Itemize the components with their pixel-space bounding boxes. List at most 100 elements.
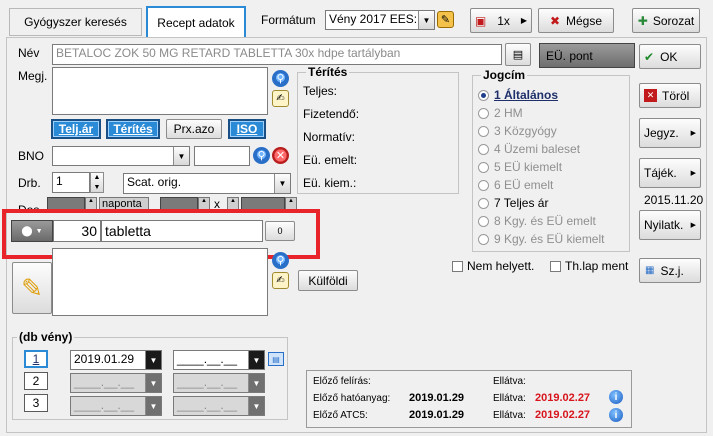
payment-special-label: Eü. kiem.: [303, 176, 357, 190]
entitlement-radio-7[interactable]: 7 Teljes ár [478, 196, 548, 210]
entitlement-radio-5[interactable]: 5 EÜ kiemelt [478, 160, 562, 174]
pencil-icon: ✎ [21, 272, 43, 303]
chevron-down-icon[interactable]: ▼ [248, 397, 264, 415]
radio-indicator [478, 215, 489, 227]
chevron-down-icon[interactable]: ▼ [248, 374, 264, 392]
payment-label: Térítés [113, 122, 153, 136]
veny-row-3-date[interactable]: ____.__.__ ▼ [70, 396, 162, 416]
veny-row-2-number[interactable]: 2 [24, 372, 48, 390]
info-button[interactable]: Tájék. ▶ [639, 158, 701, 188]
info-date: 2015.11.20 [644, 193, 704, 207]
veny-row-1-date[interactable]: 2019.01.29 ▼ [70, 350, 162, 370]
notes-button[interactable]: Jegyz. ▶ [639, 118, 701, 148]
veny-row-3-number[interactable]: 3 [24, 394, 48, 412]
payment-title: Térítés [306, 65, 350, 79]
delete-button[interactable]: ✕ Töröl [639, 83, 701, 108]
date-value: ____.__.__ [74, 398, 135, 412]
tab-prescription-data[interactable]: Recept adatok [146, 6, 246, 38]
pack-type-value: Scat. orig. [127, 175, 182, 189]
instructions-edit-icon[interactable]: ✍ [272, 272, 289, 289]
bno-code-field[interactable] [194, 146, 250, 166]
payment-full-label: Teljes: [303, 84, 338, 98]
note-textarea[interactable] [52, 67, 268, 115]
tab-label: Recept adatok [157, 16, 235, 30]
foreign-button[interactable]: Külföldi [298, 270, 358, 291]
prx-azo-button[interactable]: Prx.azo [166, 119, 222, 139]
tab-drug-search[interactable]: Gyógyszer keresés [9, 8, 142, 36]
chevron-down-icon[interactable]: ▼ [145, 374, 161, 392]
radio-indicator [478, 197, 489, 209]
radio-indicator [478, 107, 489, 119]
instructions-textarea[interactable] [52, 248, 268, 316]
radio-label: 6 EÜ emelt [494, 178, 554, 192]
chevron-down-icon[interactable]: ▼ [145, 397, 161, 415]
checkbox-label: Th.lap ment [565, 259, 629, 273]
copies-label: 1x [497, 13, 510, 28]
payment-payable-label: Fizetendő: [303, 107, 360, 121]
declaration-button[interactable]: Nyilatk. ▶ [639, 210, 701, 240]
th-lap-checkbox[interactable]: Th.lap ment [550, 259, 628, 273]
note-search-icon[interactable]: ⚲ [272, 70, 289, 87]
ok-label: OK [660, 49, 678, 64]
eu-point-label: EÜ. pont [546, 48, 593, 63]
cancel-icon: ✖ [549, 13, 561, 28]
chevron-down-icon: ▶ [520, 16, 527, 25]
qty-field[interactable]: 1 [52, 172, 90, 193]
instructions-search-icon[interactable]: ⚲ [272, 252, 289, 269]
bno-clear-icon[interactable]: ✕ [272, 147, 289, 164]
payment-button[interactable]: Térítés [106, 119, 160, 139]
queue-button[interactable]: ✚ Sorozat [632, 8, 700, 33]
radio-label: 5 EÜ kiemelt [494, 160, 563, 174]
szj-button[interactable]: ▦ Sz.j. [639, 258, 701, 283]
info-icon[interactable]: i [609, 408, 623, 422]
entitlement-radio-4[interactable]: 4 Üzemi baleset [478, 142, 580, 156]
eu-point-button[interactable]: EÜ. pont [539, 43, 635, 68]
entitlement-radio-6[interactable]: 6 EÜ emelt [478, 178, 553, 192]
radio-indicator [478, 179, 489, 191]
veny-number: 2 [32, 374, 40, 388]
entitlement-radio-8[interactable]: 8 Kgy. és EÜ emelt [478, 214, 596, 228]
full-price-button[interactable]: Telj.ár [51, 119, 101, 139]
format-select[interactable]: Vény 2017 EES: ▼ [325, 10, 435, 30]
format-settings-icon[interactable]: ✎ [437, 11, 454, 28]
entitlement-radio-9[interactable]: 9 Kgy. és EÜ kiemelt [478, 232, 604, 246]
bno-select[interactable]: ▼ [52, 146, 190, 166]
entitlement-radio-3[interactable]: 3 Közgyógy [478, 124, 557, 138]
drug-name-field[interactable]: BETALOC ZOK 50 MG RETARD TABLETTA 30x hd… [52, 44, 502, 65]
veny-row-3-date2[interactable]: ____.__.__ ▼ [173, 396, 265, 416]
copies-button[interactable]: ▣ 1x ▶ [470, 8, 532, 33]
ok-button[interactable]: ✔ OK [639, 44, 701, 69]
not-substitute-checkbox[interactable]: Nem helyett. [452, 259, 534, 273]
prev-rx-ellatva-label: Ellátva: [493, 376, 526, 387]
date-value: ____.__.__ [74, 375, 135, 389]
queue-icon: ✚ [637, 13, 648, 28]
calendar-icon[interactable]: ▤ [268, 352, 284, 366]
date-value: ____.__.__ [177, 352, 238, 366]
bno-search-icon[interactable]: ⚲ [253, 147, 270, 164]
prev-rx-label: Előző felírás: [313, 376, 371, 387]
pack-type-select[interactable]: Scat. orig. ▼ [123, 173, 291, 194]
info-icon[interactable]: i [609, 390, 623, 404]
veny-row-1-number[interactable]: 1 [24, 350, 48, 368]
veny-row-1-date2[interactable]: ____.__.__ ▼ [173, 350, 265, 370]
radio-label: 2 HM [494, 106, 523, 120]
chevron-down-icon[interactable]: ▼ [274, 174, 290, 193]
prx-azo-label: Prx.azo [173, 122, 215, 136]
drug-info-button[interactable]: ▤ [505, 43, 531, 66]
note-edit-icon[interactable]: ✍ [272, 90, 289, 107]
chevron-down-icon[interactable]: ▼ [173, 147, 189, 165]
chevron-down-icon[interactable]: ▼ [145, 351, 161, 369]
entitlement-radio-2[interactable]: 2 HM [478, 106, 523, 120]
entitlement-radio-1[interactable]: 1 Általános [478, 88, 558, 102]
radio-label: 9 Kgy. és EÜ kiemelt [494, 232, 605, 246]
chevron-down-icon[interactable]: ▼ [418, 11, 434, 29]
edit-pencil-button[interactable]: ✎ [12, 262, 52, 314]
qty-stepper[interactable]: ▲ ▼ [90, 172, 104, 193]
chevron-down-icon[interactable]: ▼ [248, 351, 264, 369]
veny-row-2-date2[interactable]: ____.__.__ ▼ [173, 373, 265, 393]
payment-normative-label: Normatív: [303, 130, 356, 144]
cancel-button[interactable]: ✖ Mégse [538, 8, 614, 33]
chevron-right-icon: ▶ [690, 170, 696, 177]
iso-button[interactable]: ISO [228, 119, 266, 139]
veny-row-2-date[interactable]: ____.__.__ ▼ [70, 373, 162, 393]
